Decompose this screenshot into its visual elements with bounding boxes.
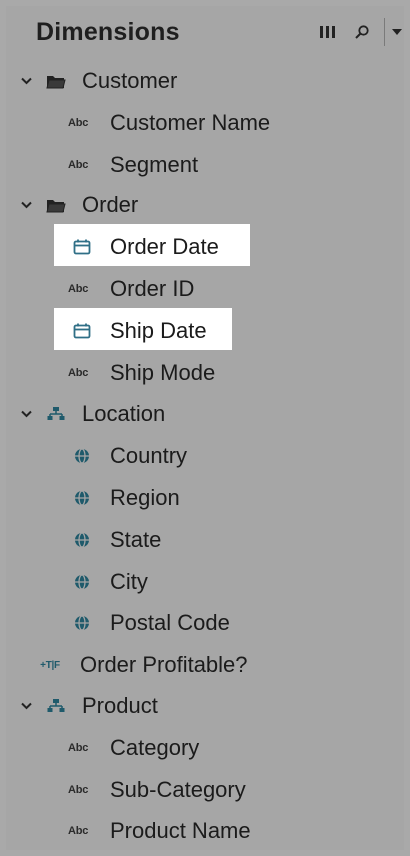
folder-label: Order [82,192,139,217]
folder-order[interactable]: Order [18,186,138,224]
globe-icon [68,490,96,506]
field-order-profitable[interactable]: +T|F Order Profitable? [30,646,248,684]
field-label: Order Profitable? [80,652,248,677]
field-ship-mode[interactable]: Abc Ship Mode [68,354,215,392]
chevron-down-icon[interactable] [18,77,34,85]
field-country[interactable]: Country [68,437,187,475]
hierarchy-icon [44,406,68,422]
string-type-icon: Abc [68,784,89,796]
field-label: Order ID [110,276,195,301]
folder-label: Customer [82,68,178,93]
dimensions-panel: Dimensions Customer Abc Customer Name Ab… [6,6,404,850]
field-order-date[interactable]: Order Date [68,228,219,266]
string-type-icon: Abc [68,742,89,754]
field-ship-date[interactable]: Ship Date [68,312,207,350]
field-label: Region [110,485,180,510]
dimensions-title: Dimensions [36,18,180,46]
field-label: City [110,569,148,594]
field-label: Ship Mode [110,360,216,385]
field-label: Postal Code [110,610,230,635]
folder-customer[interactable]: Customer [18,62,177,100]
field-segment[interactable]: Abc Segment [68,146,198,184]
field-label: Product Name [110,818,251,843]
field-category[interactable]: Abc Category [68,729,199,767]
field-customer-name[interactable]: Abc Customer Name [68,104,270,142]
chevron-down-icon[interactable] [18,410,34,418]
hierarchy-product[interactable]: Product [18,687,158,725]
chevron-down-icon[interactable] [18,702,34,710]
globe-icon [68,615,96,631]
globe-icon [68,448,96,464]
string-type-icon: Abc [68,825,89,837]
field-sub-category[interactable]: Abc Sub-Category [68,771,246,809]
globe-icon [68,574,96,590]
search-icon[interactable] [352,20,372,44]
field-label: Order Date [110,234,219,259]
string-type-icon: Abc [68,117,89,129]
globe-icon [68,532,96,548]
dropdown-icon[interactable] [390,20,404,44]
calendar-icon [68,239,96,255]
field-city[interactable]: City [68,563,148,601]
header-separator [384,18,385,46]
field-label: Sub-Category [110,777,246,802]
field-state[interactable]: State [68,521,161,559]
hierarchy-location[interactable]: Location [18,395,165,433]
folder-icon [44,74,68,89]
calendar-icon [68,323,96,339]
field-label: Customer Name [110,110,271,135]
boolean-type-icon: +T|F [40,659,60,671]
field-product-name[interactable]: Abc Product Name [68,812,251,850]
field-label: Segment [110,152,199,177]
field-region[interactable]: Region [68,479,180,517]
string-type-icon: Abc [68,283,89,295]
field-label: Country [110,443,188,468]
field-postal-code[interactable]: Postal Code [68,604,230,642]
folder-icon [44,198,68,213]
field-label: Category [110,735,200,760]
hierarchy-icon [44,698,68,714]
chevron-down-icon[interactable] [18,201,34,209]
field-label: Ship Date [110,318,207,343]
columns-icon[interactable] [318,20,338,44]
field-order-id[interactable]: Abc Order ID [68,270,194,308]
hierarchy-label: Location [82,401,166,426]
string-type-icon: Abc [68,367,89,379]
string-type-icon: Abc [68,159,89,171]
field-label: State [110,527,162,552]
hierarchy-label: Product [82,693,158,718]
panel-header: Dimensions [6,6,404,58]
